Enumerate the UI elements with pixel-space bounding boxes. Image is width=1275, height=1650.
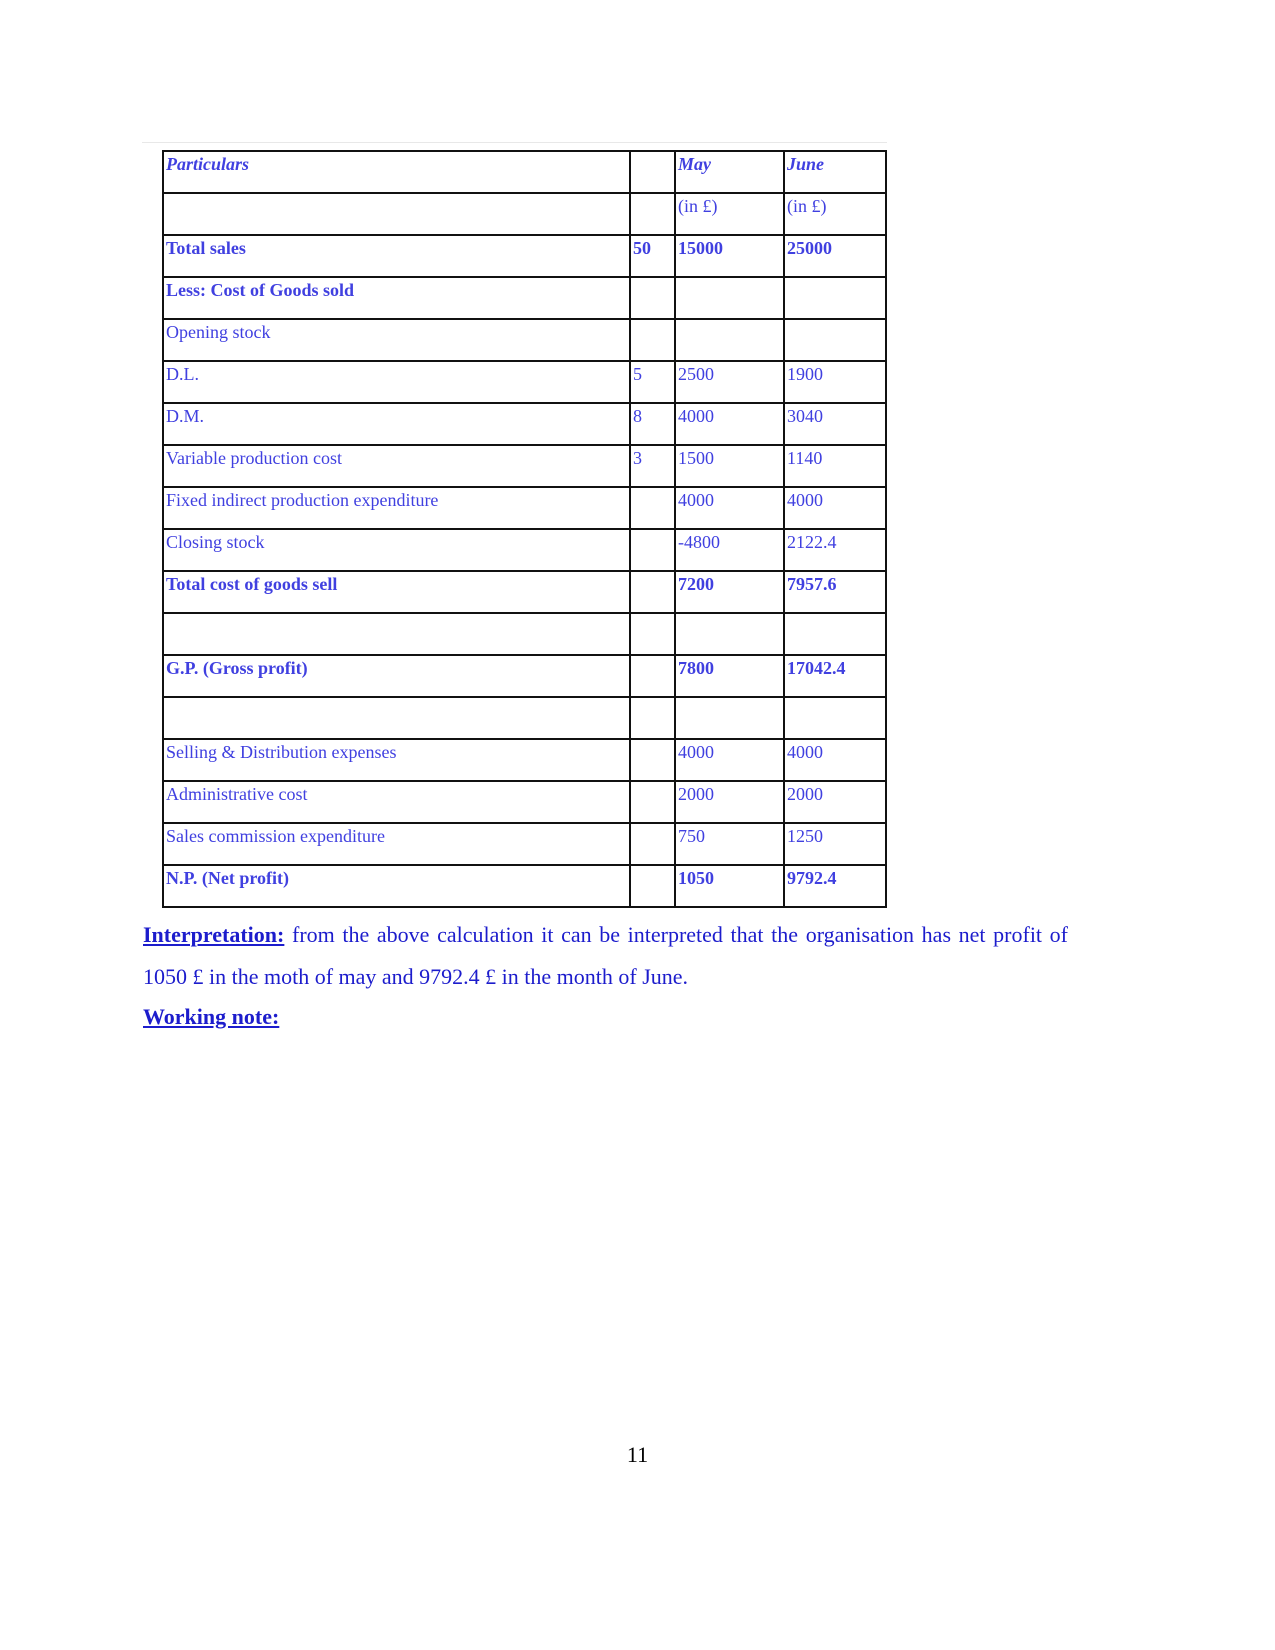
row-may: 7800 [674, 654, 785, 698]
row-june [783, 318, 887, 362]
row-rate: 50 [629, 234, 676, 278]
table-row: Administrative cost 2000 2000 [162, 780, 887, 824]
row-may: 4000 [674, 486, 785, 530]
row-june: 17042.4 [783, 654, 887, 698]
table-row: Closing stock -4800 2122.4 [162, 528, 887, 572]
row-may: 1050 [674, 864, 785, 908]
header-particulars: Particulars [162, 150, 631, 194]
table-row [162, 612, 887, 656]
row-may: 4000 [674, 402, 785, 446]
header-may: May [674, 150, 785, 194]
row-rate [629, 696, 676, 740]
row-may [674, 612, 785, 656]
row-rate [629, 612, 676, 656]
row-label: Variable production cost [162, 444, 631, 488]
row-label: Total cost of goods sell [162, 570, 631, 614]
working-note: Working note: [143, 996, 1068, 1038]
table-row: Fixed indirect production expenditure 400… [162, 486, 887, 530]
row-label: Total sales [162, 234, 631, 278]
table-row: Total cost of goods sell 7200 7957.6 [162, 570, 887, 614]
table-row: Total sales 50 15000 25000 [162, 234, 887, 278]
row-june: 2122.4 [783, 528, 887, 572]
row-june: (in £) [783, 192, 887, 236]
row-june: 3040 [783, 402, 887, 446]
row-june: 2000 [783, 780, 887, 824]
row-may: -4800 [674, 528, 785, 572]
row-rate [629, 864, 676, 908]
row-rate [629, 654, 676, 698]
row-label: Less: Cost of Goods sold [162, 276, 631, 320]
row-may: 1500 [674, 444, 785, 488]
row-may [674, 276, 785, 320]
row-label: D.L. [162, 360, 631, 404]
row-rate: 8 [629, 402, 676, 446]
row-label: Sales commission expenditure [162, 822, 631, 866]
row-rate [629, 528, 676, 572]
header-june: June [783, 150, 887, 194]
row-may: 15000 [674, 234, 785, 278]
row-rate [629, 570, 676, 614]
row-june: 4000 [783, 738, 887, 782]
table-row: D.M. 8 4000 3040 [162, 402, 887, 446]
table-row: Opening stock [162, 318, 887, 362]
table-row: G.P. (Gross profit) 7800 17042.4 [162, 654, 887, 698]
row-label: Opening stock [162, 318, 631, 362]
row-rate [629, 192, 676, 236]
row-label: Fixed indirect production expenditure [162, 486, 631, 530]
row-rate [629, 486, 676, 530]
row-label [162, 192, 631, 236]
row-june: 4000 [783, 486, 887, 530]
row-june [783, 612, 887, 656]
row-label: Administrative cost [162, 780, 631, 824]
row-june: 1140 [783, 444, 887, 488]
interpretation-paragraph: Interpretation: from the above calculati… [143, 914, 1068, 998]
table-row [162, 696, 887, 740]
header-rate [629, 150, 676, 194]
table-row: (in £) (in £) [162, 192, 887, 236]
row-rate [629, 738, 676, 782]
row-june: 7957.6 [783, 570, 887, 614]
page-number: 11 [626, 1442, 649, 1467]
table-header-row: Particulars May June [162, 150, 887, 194]
row-may: 4000 [674, 738, 785, 782]
row-may: 750 [674, 822, 785, 866]
row-label: D.M. [162, 402, 631, 446]
row-june: 1250 [783, 822, 887, 866]
working-note-label: Working note: [143, 1004, 280, 1029]
table-row: Sales commission expenditure 750 1250 [162, 822, 887, 866]
table-row: N.P. (Net profit) 1050 9792.4 [162, 864, 887, 908]
row-may [674, 696, 785, 740]
table-top-rule [142, 142, 887, 143]
row-rate [629, 276, 676, 320]
row-rate: 3 [629, 444, 676, 488]
row-june: 1900 [783, 360, 887, 404]
row-may: (in £) [674, 192, 785, 236]
row-label: N.P. (Net profit) [162, 864, 631, 908]
row-may [674, 318, 785, 362]
table-row: Variable production cost 3 1500 1140 [162, 444, 887, 488]
interpretation-label: Interpretation: [143, 922, 285, 947]
row-label: G.P. (Gross profit) [162, 654, 631, 698]
row-rate: 5 [629, 360, 676, 404]
row-may: 2000 [674, 780, 785, 824]
profit-statement-table: Particulars May June (in £) (in £) Total s… [162, 150, 887, 908]
table-row: D.L. 5 2500 1900 [162, 360, 887, 404]
row-june [783, 696, 887, 740]
row-label: Selling & Distribution expenses [162, 738, 631, 782]
row-june: 9792.4 [783, 864, 887, 908]
row-june [783, 276, 887, 320]
row-label [162, 696, 631, 740]
row-label: Closing stock [162, 528, 631, 572]
row-rate [629, 822, 676, 866]
table-row: Selling & Distribution expenses 4000 4000 [162, 738, 887, 782]
table-row: Less: Cost of Goods sold [162, 276, 887, 320]
row-rate [629, 780, 676, 824]
row-june: 25000 [783, 234, 887, 278]
row-may: 7200 [674, 570, 785, 614]
row-may: 2500 [674, 360, 785, 404]
row-label [162, 612, 631, 656]
row-rate [629, 318, 676, 362]
